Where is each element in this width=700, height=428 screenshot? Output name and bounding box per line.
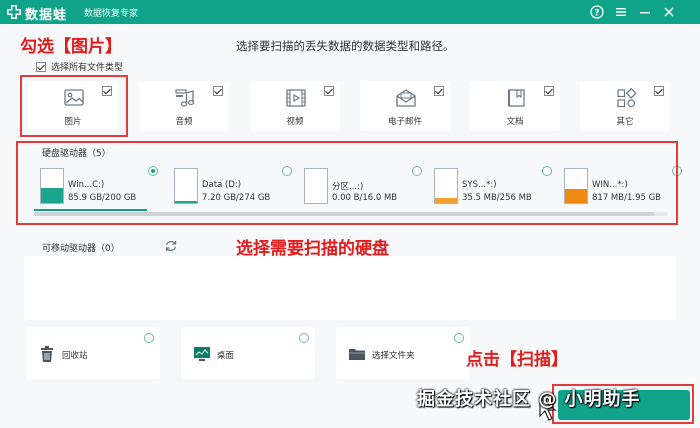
location-label: 回收站	[62, 351, 88, 361]
refresh-icon[interactable]	[164, 239, 178, 253]
select-all-check[interactable]	[36, 61, 46, 72]
document-icon	[508, 89, 525, 107]
title-bar: 数据蛙 数据恢复专家 ?	[0, 0, 700, 24]
app-window: 数据蛙 数据恢复专家 ? 勾选【图片】 选择要扫描的丢失数据的数据类型和路径。 …	[0, 0, 700, 428]
file-type-label: 其它	[616, 117, 634, 127]
location-radio[interactable]	[299, 333, 309, 343]
watermark-text: 掘金技术社区 @ 小明助手	[417, 389, 641, 410]
location-label: 桌面	[217, 351, 235, 361]
location-radio[interactable]	[144, 333, 154, 343]
video-icon	[286, 89, 306, 107]
svg-text:?: ?	[594, 9, 599, 19]
recycle-bin-icon	[41, 346, 53, 362]
removable-drives-panel	[24, 256, 676, 320]
file-type-email-check[interactable]	[434, 86, 444, 96]
annotation-click-scan: 点击【扫描】	[466, 350, 568, 370]
file-type-other-check[interactable]	[654, 86, 664, 96]
annotation-select-images: 勾选【图片】	[20, 37, 122, 57]
help-button[interactable]: ?	[588, 3, 606, 21]
instruction-text: 选择要扫描的丢失数据的数据类型和路径。	[236, 39, 455, 53]
minimize-icon	[640, 12, 650, 14]
help-icon: ?	[590, 5, 604, 19]
file-type-video[interactable]: 视频	[250, 81, 340, 131]
desktop-icon	[194, 347, 210, 361]
location-desktop[interactable]: 桌面	[181, 327, 315, 379]
file-type-other[interactable]: 其它	[580, 81, 670, 131]
file-type-audio-check[interactable]	[213, 86, 223, 96]
other-icon	[617, 87, 637, 108]
location-choose-folder[interactable]: 选择文件夹	[336, 327, 470, 379]
close-button[interactable]	[660, 3, 678, 21]
file-type-label: 音频	[175, 117, 193, 127]
menu-button[interactable]	[612, 3, 630, 21]
file-type-label: 文档	[506, 117, 524, 127]
removable-title: 可移动驱动器（0）	[42, 244, 120, 254]
annotation-box-drives	[16, 141, 678, 225]
menu-icon	[616, 8, 626, 16]
email-icon	[396, 89, 416, 107]
select-all-label: 选择所有文件类型	[51, 63, 124, 73]
music-icon	[175, 89, 195, 107]
location-label: 选择文件夹	[372, 351, 415, 361]
file-type-documents-check[interactable]	[544, 86, 554, 96]
annotation-box-images	[20, 75, 128, 137]
close-icon	[664, 7, 674, 17]
file-type-email[interactable]: 电子邮件	[360, 81, 450, 131]
location-recycle-bin[interactable]: 回收站	[26, 327, 160, 379]
file-type-label: 电子邮件	[387, 117, 422, 127]
file-type-documents[interactable]: 文档	[470, 81, 560, 131]
file-type-audio[interactable]: 音频	[139, 81, 229, 131]
file-type-label: 视频	[286, 117, 304, 127]
app-name: 数据蛙	[25, 8, 68, 23]
file-type-video-check[interactable]	[324, 86, 334, 96]
folder-icon	[349, 349, 365, 360]
location-radio[interactable]	[454, 333, 464, 343]
select-all-checkbox[interactable]: 选择所有文件类型	[36, 60, 123, 73]
logo-icon	[7, 5, 21, 19]
minimize-button[interactable]	[636, 3, 654, 21]
app-subtitle: 数据恢复专家	[84, 9, 139, 19]
